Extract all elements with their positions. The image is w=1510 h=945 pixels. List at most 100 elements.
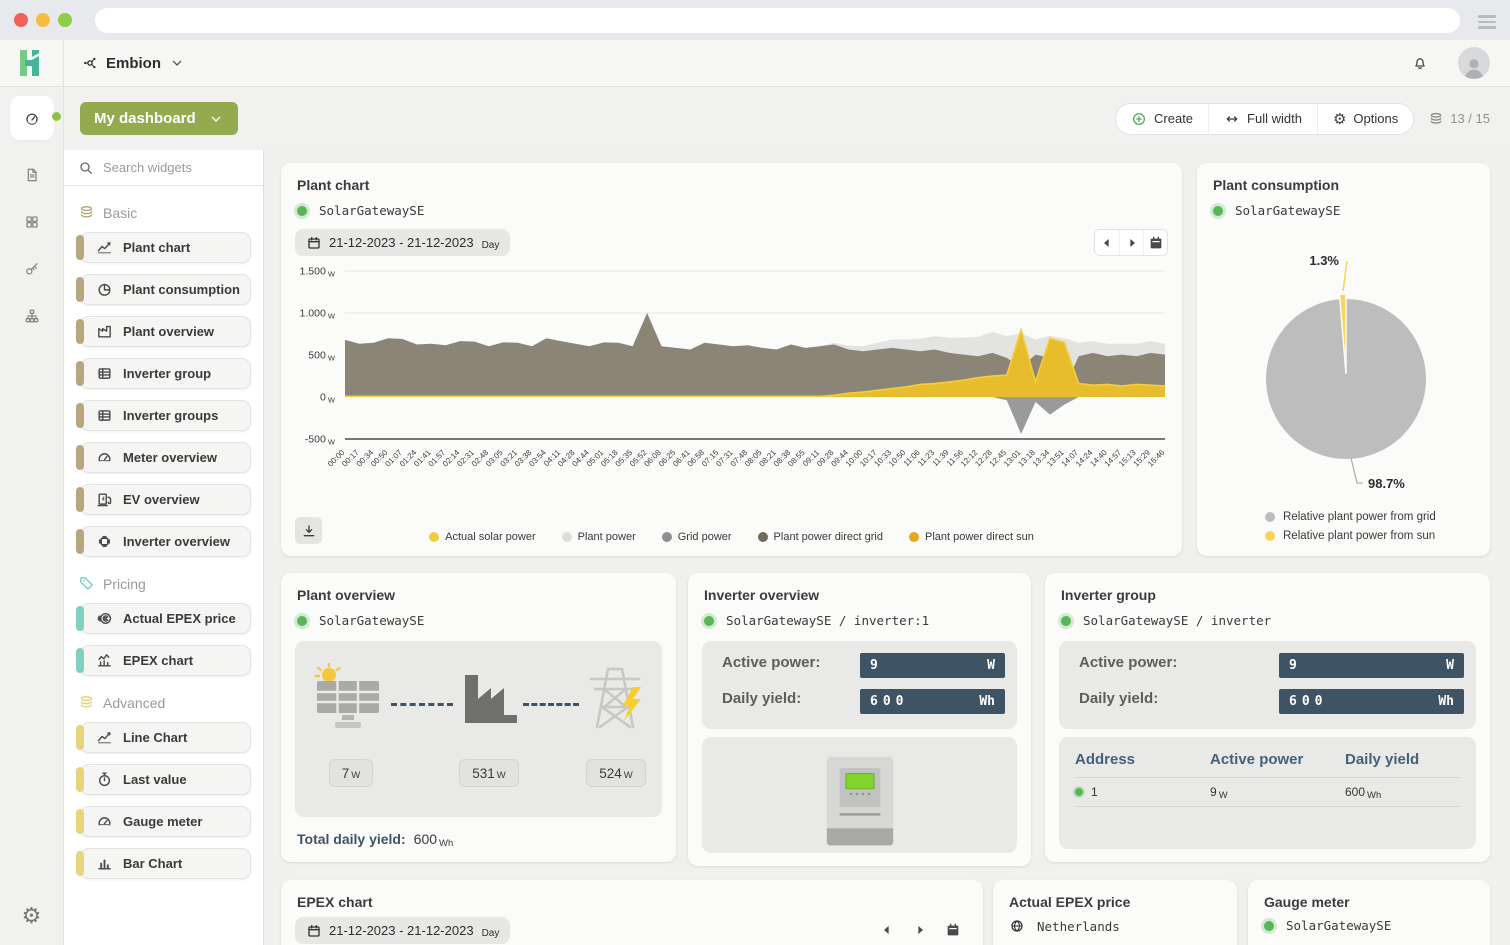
pie-legend-item[interactable]: Relative plant power from grid	[1265, 511, 1436, 523]
active-power-value: 9W	[1279, 653, 1464, 678]
notifications-bell-icon[interactable]	[1412, 55, 1428, 71]
sidebar-item-epex-chart[interactable]: EPEX chart	[80, 645, 251, 676]
rail-item-topology[interactable]	[20, 304, 44, 328]
maximize-window-button[interactable]	[58, 13, 72, 27]
settings-gear-icon[interactable]: ⚙	[0, 903, 63, 929]
item-accent	[76, 648, 84, 673]
rail-item-widgets[interactable]	[20, 210, 44, 234]
item-label: Actual EPEX price	[123, 611, 236, 626]
item-label: Inverter groups	[123, 408, 218, 423]
user-avatar[interactable]	[1458, 47, 1490, 79]
minimize-window-button[interactable]	[36, 13, 50, 27]
caret-right-icon[interactable]	[912, 922, 928, 938]
sidebar-item-plant-chart[interactable]: Plant chart	[80, 232, 251, 263]
person-icon	[1461, 55, 1487, 79]
widget-title: Plant consumption	[1213, 177, 1339, 193]
svg-text:0 W: 0 W	[320, 392, 336, 405]
sidebar-item-gauge-meter[interactable]: Gauge meter	[80, 806, 251, 837]
gauge-icon	[96, 813, 113, 830]
sidebar-item-plant-consumption[interactable]: Plant consumption	[80, 274, 251, 305]
item-accent	[76, 725, 84, 750]
app-window: Embion ⚙	[0, 40, 1510, 945]
item-label: EPEX chart	[123, 653, 193, 668]
legend-item[interactable]: Grid power	[662, 531, 732, 543]
legend-item[interactable]: Actual solar power	[429, 531, 536, 543]
item-accent	[76, 851, 84, 876]
rail-item-dashboard[interactable]	[10, 96, 54, 140]
create-button[interactable]: Create	[1116, 104, 1208, 134]
pie-legend-item[interactable]: Relative plant power from sun	[1265, 530, 1435, 542]
active-power-label: Active power:	[722, 654, 820, 671]
grid-power-value: 524W	[586, 759, 646, 787]
item-accent	[76, 529, 84, 554]
sidebar-item-meter-overview[interactable]: Meter overview	[80, 442, 251, 473]
sidebar-item-plant-overview[interactable]: Plant overview	[80, 316, 251, 347]
dashboard-selector-label: My dashboard	[94, 110, 196, 127]
org-switcher[interactable]: Embion	[82, 55, 185, 72]
dashboard-selector-button[interactable]: My dashboard	[80, 102, 238, 135]
item-label: Bar Chart	[123, 856, 182, 871]
next-period-button[interactable]	[1119, 230, 1143, 255]
rail-item-access[interactable]	[20, 257, 44, 281]
prev-period-button[interactable]	[1095, 230, 1119, 255]
caret-right-icon	[1124, 235, 1140, 251]
svg-text:15:46: 15:46	[1146, 448, 1167, 469]
svg-text:1.3%: 1.3%	[1309, 253, 1339, 268]
caret-left-icon[interactable]	[879, 922, 895, 938]
url-bar[interactable]	[95, 8, 1460, 33]
coin-icon	[96, 610, 113, 627]
device-name: SolarGatewaySE	[319, 203, 424, 218]
options-button[interactable]: ⚙ Options	[1317, 104, 1413, 134]
arrows-horizontal-icon	[1224, 111, 1240, 127]
download-icon	[301, 523, 317, 539]
daily-yield-value: 600Wh	[860, 689, 1005, 714]
legend-item[interactable]: Plant power direct grid	[758, 531, 883, 543]
item-accent	[76, 606, 84, 631]
status-dot	[1213, 206, 1223, 216]
sidebar-item-inverter-overview[interactable]: Inverter overview	[80, 526, 251, 557]
sitemap-icon	[24, 308, 40, 324]
sidebar-item-inverter-group[interactable]: Inverter group	[80, 358, 251, 389]
app-logo[interactable]	[0, 40, 64, 86]
item-accent	[76, 809, 84, 834]
date-range-picker[interactable]: 21-12-2023 - 21-12-2023 Day	[295, 917, 510, 944]
date-range-value: 21-12-2023 - 21-12-2023	[329, 235, 474, 250]
sidebar-item-inverter-groups[interactable]: Inverter groups	[80, 400, 251, 431]
close-window-button[interactable]	[14, 13, 28, 27]
sidebar-item-actual-epex-price[interactable]: Actual EPEX price	[80, 603, 251, 634]
period-label: Day	[482, 240, 500, 251]
calendar-today-icon[interactable]	[945, 922, 961, 938]
svg-text:-500 W: -500 W	[305, 434, 336, 447]
date-range-picker[interactable]: 21-12-2023 - 21-12-2023 Day	[295, 229, 510, 256]
chart-line-icon	[96, 729, 113, 746]
chart-epex-icon	[96, 652, 113, 669]
today-button[interactable]	[1143, 230, 1167, 255]
widget-title: Plant overview	[297, 587, 395, 603]
widget-search-input[interactable]: Search widgets	[64, 150, 263, 186]
legend-item[interactable]: Plant power direct sun	[909, 531, 1034, 543]
legend-item[interactable]: Plant power	[562, 531, 636, 543]
full-width-button[interactable]: Full width	[1208, 104, 1317, 134]
browser-menu-icon[interactable]	[1478, 15, 1496, 32]
item-accent	[76, 361, 84, 386]
rail-item-reports[interactable]	[20, 163, 44, 187]
device-name: SolarGatewaySE	[1286, 918, 1391, 933]
download-chart-button[interactable]	[295, 517, 322, 544]
table-row[interactable]: 1 9W 600Wh	[1075, 778, 1460, 806]
active-power-value: 9W	[860, 653, 1005, 678]
daily-yield-value: 600Wh	[1279, 689, 1464, 714]
widget-title: Gauge meter	[1264, 894, 1350, 910]
sidebar-item-line-chart[interactable]: Line Chart	[80, 722, 251, 753]
dashboard-canvas: Plant chart SolarGatewaySE 21-12-2023 - …	[264, 150, 1510, 945]
top-navbar: Embion	[0, 40, 1510, 87]
consumption-pie-chart: 1.3%98.7%	[1199, 227, 1489, 499]
item-label: Line Chart	[123, 730, 187, 745]
widget-counter: 13 / 15	[1428, 111, 1490, 127]
group-kv-panel: Active power: 9W Daily yield: 600Wh	[1059, 641, 1476, 729]
sidebar-item-ev-overview[interactable]: EV overview	[80, 484, 251, 515]
sidebar-item-bar-chart[interactable]: Bar Chart	[80, 848, 251, 879]
widget-actual-epex-price: Actual EPEX price Netherlands	[993, 880, 1237, 945]
item-label: Plant consumption	[123, 282, 240, 297]
svg-text:1.500 W: 1.500 W	[300, 266, 336, 279]
sidebar-item-last-value[interactable]: Last value	[80, 764, 251, 795]
